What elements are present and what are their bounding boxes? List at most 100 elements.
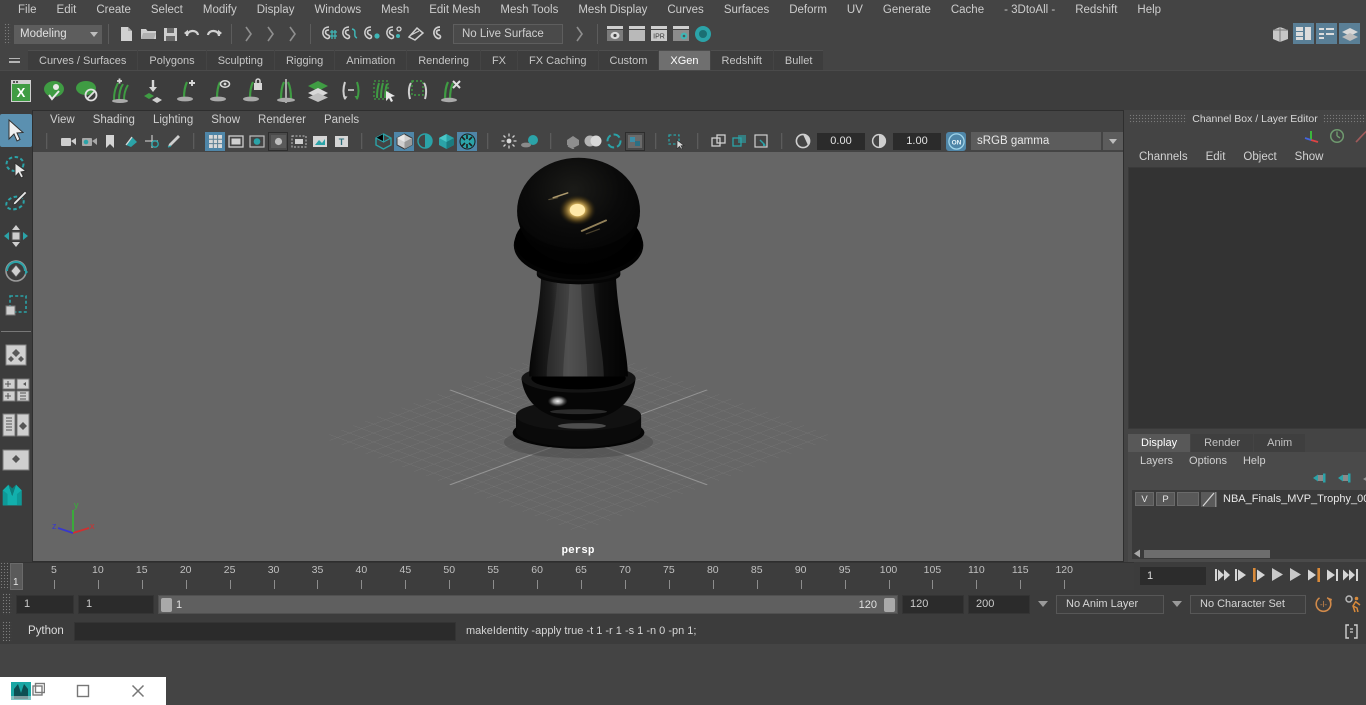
use-all-lights-icon[interactable] [457,131,477,151]
menu-mesh[interactable]: Mesh [371,0,419,20]
color-management-toggle[interactable]: ON [946,131,966,151]
layer-color-swatch[interactable] [1201,491,1217,507]
layer-menu-help[interactable]: Help [1235,455,1274,467]
xgen-groom-region-icon[interactable] [402,75,432,107]
xgen-add-guide-icon[interactable] [171,75,201,107]
isolate-select-icon[interactable] [625,131,645,151]
rotate-tool-button[interactable] [0,254,32,287]
current-time-indicator[interactable]: 1 [10,563,23,590]
move-layer-up-icon[interactable] [1312,472,1327,487]
snap-to-curve-icon[interactable] [339,23,361,45]
wireframe-icon[interactable] [373,132,393,151]
shelf-tab-animation[interactable]: Animation [335,50,407,70]
xray-joints-icon[interactable]: T [331,132,351,151]
time-slider-grip[interactable] [0,562,10,590]
xgen-preview-icon[interactable] [39,75,69,107]
smooth-shade-icon[interactable] [394,131,414,151]
grease-pencil-icon[interactable] [163,132,183,151]
perspective-viewport[interactable]: y x z persp [33,152,1123,561]
image-plane-icon[interactable] [121,132,141,151]
snap-to-point-icon[interactable] [361,23,383,45]
layer-playback-toggle[interactable]: P [1156,492,1175,506]
viewport-menu-panels[interactable]: Panels [315,111,368,130]
layer-tab-display[interactable]: Display [1128,434,1191,452]
exposure-value-field[interactable]: 0.00 [817,132,865,150]
color-space-select[interactable]: sRGB gamma [971,132,1101,150]
layer-name[interactable]: NBA_Finals_MVP_Trophy_001_layer [1223,493,1366,505]
menu-windows[interactable]: Windows [304,0,371,20]
menu-select[interactable]: Select [141,0,193,20]
tool-settings-icon[interactable] [1339,23,1360,44]
xray-icon[interactable] [667,132,687,151]
paint-select-tool-button[interactable] [0,184,32,217]
animation-end-field[interactable]: 200 [968,594,1030,614]
layer-tab-render[interactable]: Render [1191,434,1254,452]
shelf-tab-rigging[interactable]: Rigging [274,50,335,70]
command-language-label[interactable]: Python [16,625,70,637]
channel-box-menu-channels[interactable]: Channels [1130,151,1197,163]
xgen-editor-icon[interactable]: X [6,75,36,107]
range-start-field[interactable]: 1 [78,594,154,614]
command-line-grip[interactable] [2,621,12,641]
viewport-menu-show[interactable]: Show [202,111,249,130]
viewport-menu-view[interactable]: View [41,111,84,130]
shelf-tab-redshift[interactable]: Redshift [710,50,773,70]
hypershade-icon[interactable] [692,23,714,45]
layer-menu-options[interactable]: Options [1181,455,1235,467]
depth-of-field-icon[interactable] [604,132,624,151]
scale-tool-button[interactable] [0,289,32,322]
shelf-tab-polygons[interactable]: Polygons [138,50,206,70]
render-region-icon[interactable] [626,23,648,45]
resolution-gate-icon[interactable] [247,132,267,151]
playback-range-bar[interactable]: 1 120 [158,594,898,614]
shelf-tab-rendering[interactable]: Rendering [407,50,480,70]
maya-app-icon[interactable] [0,677,55,705]
xgen-import-collection-icon[interactable] [138,75,168,107]
maximize-window-icon[interactable] [55,677,110,705]
textured-icon[interactable] [436,132,456,151]
menu-create[interactable]: Create [86,0,141,20]
multisample-icon[interactable] [583,132,603,151]
persp-graph-layout-button[interactable] [0,443,32,476]
viewport-menu-renderer[interactable]: Renderer [249,111,315,130]
shaping-channels-icon[interactable] [1354,128,1366,147]
layer-display-type-toggle[interactable] [1177,492,1199,506]
animation-preferences-icon[interactable] [1340,595,1366,613]
menu-file[interactable]: File [8,0,47,20]
channel-box-menu-show[interactable]: Show [1286,151,1333,163]
menu-redshift[interactable]: Redshift [1065,0,1127,20]
chevron-down-icon[interactable] [85,24,102,44]
menu-edit[interactable]: Edit [47,0,87,20]
go-to-start-icon[interactable] [1214,568,1231,585]
layer-list[interactable]: V P NBA_Finals_MVP_Trophy_001_layer [1132,490,1366,548]
snap-to-grid-icon[interactable] [317,23,339,45]
xgen-clear-groom-icon[interactable] [435,75,465,107]
step-back-frame-icon[interactable] [1251,567,1267,585]
xgen-disable-preview-icon[interactable] [72,75,102,107]
undo-icon[interactable] [181,23,203,45]
xgen-lock-guide-icon[interactable] [237,75,267,107]
camera-attributes-icon[interactable] [79,132,99,151]
step-forward-frame-icon[interactable] [1306,567,1322,585]
panel-grip-left[interactable] [1129,113,1188,124]
snap-to-projected-center-icon[interactable] [383,23,405,45]
last-tool-used-button[interactable] [0,338,32,371]
channel-box-menu-edit[interactable]: Edit [1197,151,1235,163]
time-slider-ruler[interactable]: 1 5 10 15 20 25 30 35 40 45 50 55 60 65 70 75 80 85 90 95 1… [10,562,1134,590]
viewport-menu-lighting[interactable]: Lighting [144,111,202,130]
xray-active-components-icon[interactable] [709,132,729,151]
go-to-end-icon[interactable] [1342,568,1359,585]
render-current-frame-icon[interactable] [604,23,626,45]
anim-layer-chevron-icon[interactable] [1038,601,1048,607]
gamma-value-field[interactable]: 1.00 [893,132,941,150]
new-scene-icon[interactable] [115,23,137,45]
live-surface-field[interactable]: No Live Surface [453,24,563,44]
layer-tab-anim[interactable]: Anim [1254,434,1306,452]
channel-box-icon[interactable] [1316,23,1337,44]
four-view-layout-button[interactable] [0,373,32,406]
menu-3dtoall[interactable]: - 3DtoAll - [994,0,1065,20]
step-forward-keyframe-icon[interactable] [1325,568,1339,585]
film-gate-icon[interactable] [226,132,246,151]
open-scene-icon[interactable] [137,23,159,45]
render-settings-icon[interactable] [670,23,692,45]
